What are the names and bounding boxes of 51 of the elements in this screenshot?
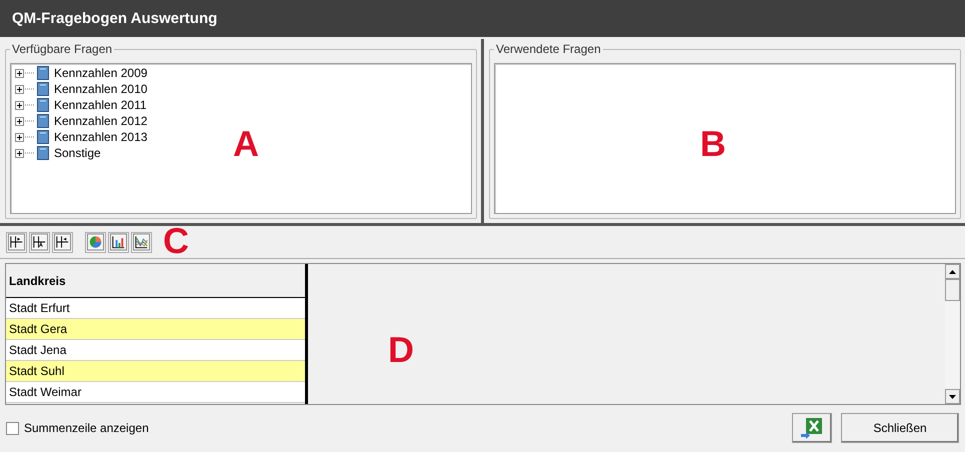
column-text-button[interactable] xyxy=(29,232,50,252)
excel-export-button[interactable] xyxy=(792,413,832,443)
expand-icon[interactable] xyxy=(15,148,24,158)
tree-item[interactable]: Kennzahlen 2012 xyxy=(54,114,148,128)
book-icon xyxy=(36,114,50,128)
column-left-button[interactable] xyxy=(6,232,27,252)
annotation-letter: D xyxy=(388,332,414,368)
book-icon xyxy=(36,146,50,160)
scroll-down-icon[interactable] xyxy=(949,394,956,398)
bar-chart-button[interactable] xyxy=(108,232,129,252)
tree-connector-line xyxy=(25,120,35,122)
tree-connector-line xyxy=(25,88,35,90)
spreadsheet-export-icon xyxy=(800,417,824,439)
book-icon xyxy=(36,82,50,96)
annotation-letter: B xyxy=(700,126,726,162)
annotation-letter: C xyxy=(163,223,189,259)
tree-item[interactable]: Kennzahlen 2009 xyxy=(54,66,148,80)
table-cell: Stadt Gera xyxy=(6,319,305,340)
expand-icon[interactable] xyxy=(15,84,24,94)
table-cell: Stadt Weimar xyxy=(6,382,305,403)
expand-icon[interactable] xyxy=(15,116,24,126)
window-title: QM-Fragebogen Auswertung xyxy=(0,0,965,37)
tree-connector-line xyxy=(25,72,35,74)
expand-icon[interactable] xyxy=(15,68,24,78)
tree-item[interactable]: Kennzahlen 2013 xyxy=(54,130,148,144)
table-cell: Stadt Erfurt xyxy=(6,298,305,319)
group-title: Verwendete Fragen xyxy=(494,42,603,56)
tree-connector-line xyxy=(25,136,35,138)
pie-chart-button[interactable] xyxy=(85,232,106,252)
tree-item[interactable]: Kennzahlen 2011 xyxy=(54,98,147,112)
book-icon xyxy=(36,130,50,144)
tree-item[interactable]: Sonstige xyxy=(54,146,101,160)
column-right-button[interactable] xyxy=(52,232,73,252)
annotation-letter: A xyxy=(233,126,259,162)
line-chart-button[interactable] xyxy=(131,232,152,252)
table-cell: Stadt Jena xyxy=(6,340,305,361)
table-cell: Stadt Suhl xyxy=(6,361,305,382)
expand-icon[interactable] xyxy=(15,132,24,142)
book-icon xyxy=(36,66,50,80)
group-title: Verfügbare Fragen xyxy=(10,42,114,56)
checkbox[interactable] xyxy=(6,422,19,434)
scrollbar[interactable] xyxy=(945,264,960,404)
tree-connector-line xyxy=(25,152,35,154)
scroll-up-icon[interactable] xyxy=(949,270,956,274)
book-icon xyxy=(36,98,50,112)
checkbox-label: Summenzeile anzeigen xyxy=(24,421,149,435)
expand-icon[interactable] xyxy=(15,100,24,110)
tree-connector-line xyxy=(25,104,35,106)
scroll-thumb[interactable] xyxy=(945,279,960,301)
close-button[interactable]: Schließen xyxy=(841,413,959,443)
tree-item[interactable]: Kennzahlen 2010 xyxy=(54,82,148,96)
